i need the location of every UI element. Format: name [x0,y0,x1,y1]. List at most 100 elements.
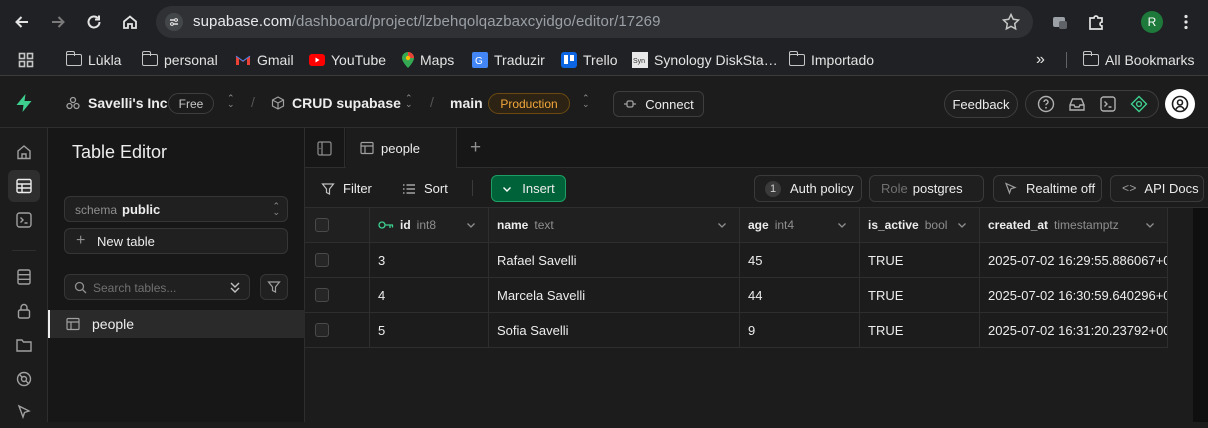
reload-icon[interactable] [80,8,108,36]
column-header-name[interactable]: name text [489,208,740,243]
extensions-puzzle-icon[interactable] [1082,8,1110,36]
branch-name[interactable]: main [450,95,483,111]
column-chevron-down-icon[interactable] [837,221,847,229]
bookmark-importado[interactable]: Importado [788,44,874,76]
cell-name[interactable]: Marcela Savelli [489,278,740,313]
branch-switcher-chevron-icon[interactable]: ⌃ ⌄ [582,94,590,109]
cell-id[interactable]: 3 [370,243,489,278]
cell-is-active[interactable]: TRUE [860,278,980,313]
cell-is-active[interactable]: TRUE [860,313,980,348]
cell-created-at[interactable]: 2025-07-02 16:29:55.886067+0 [980,243,1168,278]
add-tab-button[interactable]: + [470,137,481,159]
profile-initial: R [1141,11,1163,33]
nav-database-icon[interactable] [8,261,40,293]
table-list-item-people[interactable]: people [48,310,305,338]
new-table-button[interactable]: + New table [64,228,288,254]
filter-tables-button[interactable] [260,274,288,300]
table-row[interactable]: 5 Sofia Savelli 9 TRUE 2025-07-02 16:31:… [305,313,1168,348]
project-name[interactable]: CRUD supabase [292,95,401,111]
sort-button[interactable]: Sort [402,175,448,202]
insert-button[interactable]: Insert [491,175,566,202]
column-header-age[interactable]: age int4 [740,208,860,243]
api-docs-button[interactable]: <> API Docs [1110,175,1204,202]
cell-age[interactable]: 9 [740,313,860,348]
select-all-checkbox[interactable] [315,218,329,232]
table-editor-main: people + Filter Sort Insert 1 Auth polic… [305,128,1208,422]
realtime-button[interactable]: Realtime off [993,175,1102,202]
nav-cursor-icon[interactable] [8,396,40,428]
column-chevron-down-icon[interactable] [957,221,967,229]
auth-policy-button[interactable]: 1 Auth policy [754,175,862,202]
row-checkbox[interactable] [315,323,329,337]
bookmark-maps[interactable]: Maps [402,44,454,76]
row-checkbox[interactable] [315,288,329,302]
bookmark-gmail[interactable]: Gmail [235,44,294,76]
nav-home-icon[interactable] [8,136,40,168]
address-bar[interactable]: supabase.com/dashboard/project/lzbehqolq… [156,6,1033,38]
bookmarks-overflow-button[interactable]: » [1036,44,1045,76]
cell-age[interactable]: 45 [740,243,860,278]
filter-button[interactable]: Filter [321,175,372,202]
folder-icon [65,51,82,66]
tab-people[interactable]: people [346,128,457,168]
organization-name[interactable]: Savelli's Inc [88,95,168,111]
row-checkbox[interactable] [315,253,329,267]
browser-menu-icon[interactable] [1172,8,1200,36]
extension-icon[interactable] [1046,8,1074,36]
apps-grid-icon[interactable] [18,44,34,76]
cell-name[interactable]: Sofia Savelli [489,313,740,348]
bookmark-youtube[interactable]: YouTube [309,44,386,76]
site-settings-icon[interactable] [164,12,184,32]
bookmark-lukla[interactable]: Lùkla [65,44,121,76]
cell-id[interactable]: 5 [370,313,489,348]
help-icon[interactable] [1037,95,1055,113]
column-header-is-active[interactable]: is_active bool [860,208,980,243]
nav-realtime-icon[interactable] [8,363,40,395]
cell-created-at[interactable]: 2025-07-02 16:30:59.640296+0 [980,278,1168,313]
cell-is-active[interactable]: TRUE [860,243,980,278]
forward-arrow-icon[interactable] [44,8,72,36]
rail-divider [12,250,36,251]
cell-name[interactable]: Rafael Savelli [489,243,740,278]
connect-button[interactable]: Connect [613,91,704,117]
cell-id[interactable]: 4 [370,278,489,313]
back-arrow-icon[interactable] [8,8,36,36]
browser-toolbar: supabase.com/dashboard/project/lzbehqolq… [0,0,1208,44]
column-header-created-at[interactable]: created_at timestamptz [980,208,1168,243]
vertical-scrollbar[interactable] [1193,208,1208,422]
nav-sql-editor-icon[interactable] [8,204,40,236]
bookmark-personal[interactable]: personal [141,44,218,76]
feedback-button[interactable]: Feedback [944,90,1018,118]
column-chevron-down-icon[interactable] [466,221,476,229]
nav-auth-lock-icon[interactable] [8,295,40,327]
nav-storage-folder-icon[interactable] [8,329,40,361]
inbox-icon[interactable] [1068,95,1086,113]
project-switcher-chevron-icon[interactable]: ⌃ ⌄ [405,94,413,109]
org-switcher-chevron-icon[interactable]: ⌃ ⌄ [227,94,235,109]
column-chevron-down-icon[interactable] [717,221,727,229]
toggle-sidebar-button[interactable] [305,128,345,168]
cell-created-at[interactable]: 2025-07-02 16:31:20.23792+00 [980,313,1168,348]
column-chevron-down-icon[interactable] [1145,221,1155,229]
terminal-icon[interactable] [1099,95,1117,113]
folder-icon [788,51,805,66]
column-header-id[interactable]: id int8 [370,208,489,243]
bookmark-synology[interactable]: Syn Synology DiskSta… [632,44,778,76]
all-bookmarks-button[interactable]: All Bookmarks [1082,44,1194,76]
profile-avatar[interactable]: R [1138,8,1166,36]
bookmark-star-icon[interactable] [1001,12,1021,32]
schema-selector[interactable]: schema public ⌃ ⌄ [64,196,288,222]
user-avatar[interactable] [1165,89,1195,119]
home-icon[interactable] [116,8,144,36]
nav-table-editor-icon[interactable] [8,170,40,202]
search-tables-input[interactable]: Search tables... [64,274,250,300]
table-row[interactable]: 3 Rafael Savelli 45 TRUE 2025-07-02 16:2… [305,243,1168,278]
supabase-logo-icon[interactable] [14,93,34,113]
sort-chevrons-icon[interactable] [230,279,240,295]
bookmark-traduzir[interactable]: G Traduzir [472,44,545,76]
cell-age[interactable]: 44 [740,278,860,313]
bookmark-trello[interactable]: Trello [561,44,618,76]
table-row[interactable]: 4 Marcela Savelli 44 TRUE 2025-07-02 16:… [305,278,1168,313]
assistant-icon[interactable] [1130,95,1148,113]
role-selector[interactable]: Role postgres [869,175,984,202]
